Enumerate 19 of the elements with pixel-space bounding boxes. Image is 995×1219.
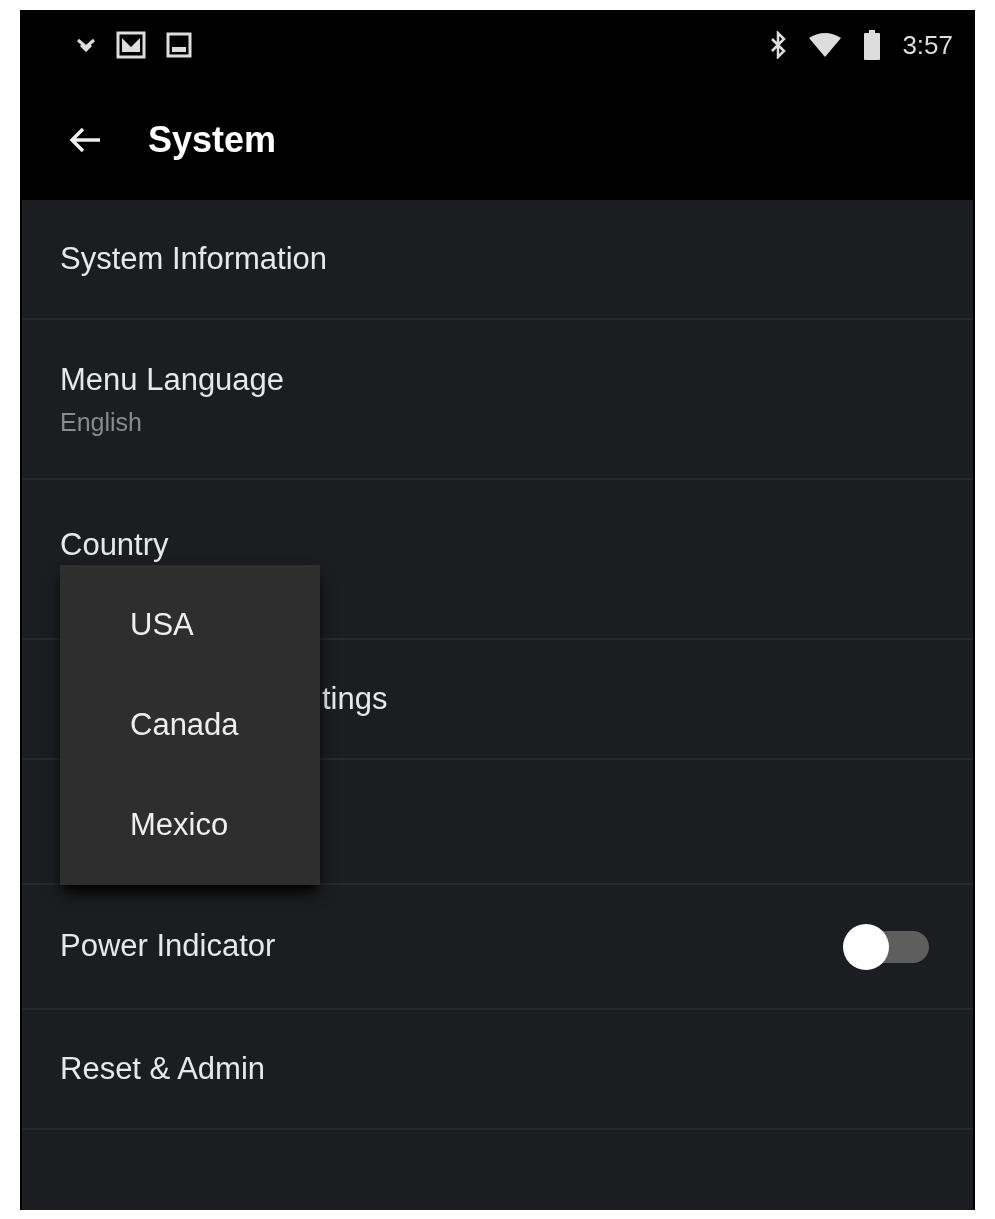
setting-label[interactable]: System Information <box>60 235 328 283</box>
battery-icon <box>864 30 881 60</box>
setting-value: English <box>60 406 143 438</box>
bluetooth-icon <box>770 31 787 59</box>
toggle-switch[interactable] <box>843 923 929 970</box>
setting-label[interactable]: Reset & Admin <box>60 1045 266 1093</box>
image-icon <box>166 32 192 58</box>
setting-label[interactable]: Power Indicator <box>60 923 276 970</box>
menu-item[interactable]: Mexico <box>130 801 320 849</box>
mail-icon <box>116 30 146 60</box>
screen-title: System <box>148 118 277 162</box>
wifi-icon <box>808 32 843 58</box>
back-arrow-icon[interactable] <box>68 126 102 154</box>
menu-item[interactable]: Canada <box>130 701 320 749</box>
menu-item[interactable]: USA <box>130 601 320 649</box>
setting-label[interactable]: Menu Language <box>60 357 285 404</box>
setting-label[interactable]: Country <box>60 522 169 569</box>
setting-label[interactable]: tings <box>322 675 388 723</box>
clock-time: 3:57 <box>902 28 953 62</box>
